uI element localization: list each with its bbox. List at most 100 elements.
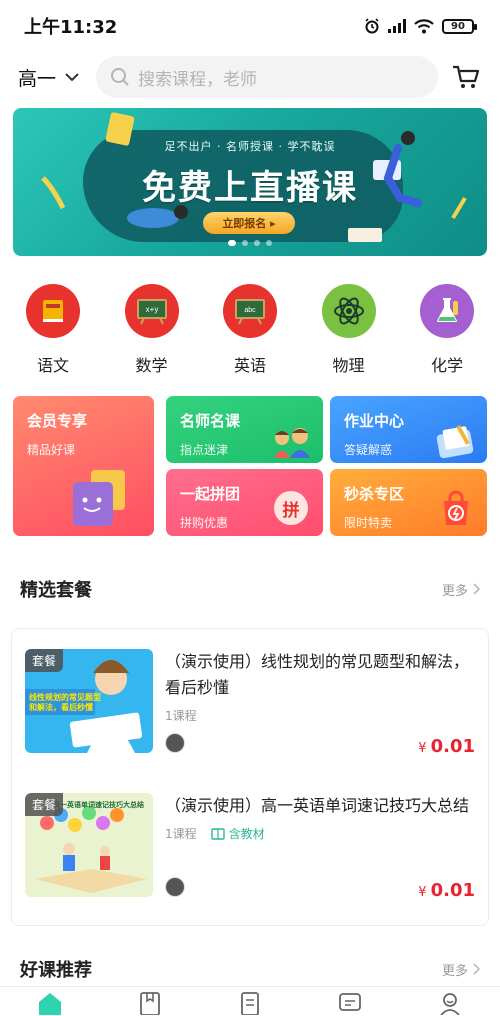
atom-icon [321,284,376,338]
search-header: 高一 搜索课程，老师 [0,52,500,102]
avatar [165,733,185,753]
search-input[interactable]: 搜索课程，老师 [96,56,438,98]
package-badge: 套餐 [25,793,64,816]
member-box-icon [73,470,125,526]
teachers-icon [274,428,310,458]
nav-profile[interactable] [430,991,470,1015]
package-thumbnail: 高一英语单词速记技巧大总结 套餐 [25,793,153,897]
nav-messages[interactable] [330,991,370,1015]
signal-icon [388,19,406,33]
status-icons: 90 [364,18,477,34]
banner-pagination [13,240,487,246]
wifi-icon [414,18,434,33]
alarm-icon [365,18,379,34]
shopping-bag-icon [444,490,468,525]
avatar [165,877,185,897]
teacher-card[interactable]: 名师名课 指点迷津 [166,396,323,463]
flash-sale-card[interactable]: 秒杀专区 限时特卖 [330,469,487,536]
nav-courses[interactable] [130,991,170,1015]
chevron-down-icon [65,73,79,82]
member-card[interactable]: 会员专享 精品好课 [13,396,154,536]
package-badge: 套餐 [25,649,64,672]
group-buy-card[interactable]: 一起拼团 拼购优惠 拼 [166,469,323,536]
battery-icon: 90 [442,18,477,34]
thumbnail-caption: 线性规划的常见题型和解法，看后秒懂 [29,693,101,712]
subject-chinese[interactable]: 语文 [18,284,88,376]
status-time: 上午11:32 [24,17,118,38]
cart-icon [453,65,480,88]
subject-english[interactable]: abc 英语 [215,284,285,376]
more-link[interactable]: 更多 [442,580,480,599]
package-meta: 1课程 含教材 [165,825,475,842]
grade-selector[interactable]: 高一 [18,64,96,91]
banner-signup-button[interactable]: 立即报名 ▸ [203,212,295,234]
subject-label: 英语 [233,356,266,375]
package-info: （演示使用）线性规划的常见题型和解法，看后秒懂 1课程 ¥0.01 [165,649,475,771]
package-thumbnail: 线性规划的常见题型和解法，看后秒懂 套餐 [25,649,153,753]
package-meta: 1课程 [165,707,475,724]
thumbnail-caption: 高一英语单词速记技巧大总结 [53,801,144,809]
chevron-right-icon [473,583,480,595]
home-icon [39,993,61,1015]
svg-text:abc: abc [244,307,256,314]
package-list: 线性规划的常见题型和解法，看后秒懂 套餐 （演示使用）线性规划的常见题型和解法，… [11,628,489,926]
search-placeholder: 搜索课程，老师 [138,69,257,90]
promo-banner[interactable]: 足不出户 · 名师授课 · 学不耽误 免费上直播课 立即报名 ▸ [13,108,487,256]
group-badge-icon: 拼 [274,491,308,525]
subject-label: 化学 [430,356,463,375]
notebook-icon [436,425,474,459]
bottom-navigation [0,986,500,1016]
subject-math[interactable]: x+y 数学 [117,284,187,376]
more-label: 更多 [441,583,468,599]
price-symbol: ¥ [418,741,427,756]
subject-physics[interactable]: 物理 [314,284,384,376]
banner-subtitle: 足不出户 · 名师授课 · 学不耽误 [164,140,336,153]
textbook-icon [210,827,225,840]
homework-card[interactable]: 作业中心 答疑解惑 [330,396,487,463]
flask-icon [420,284,474,338]
more-label: 更多 [441,963,468,979]
banner-dot[interactable] [242,240,248,246]
material-label: 含教材 [228,827,265,841]
banner-dot[interactable] [228,240,236,246]
packages-section-header: 精选套餐 更多 [0,574,500,604]
search-icon [111,68,129,86]
chevron-right-icon [473,963,480,975]
subject-label: 语文 [36,356,69,375]
chat-icon [339,993,361,1011]
package-info: （演示使用）高一英语单词速记技巧大总结 1课程 含教材 ¥0.01 [165,793,475,915]
price-value: 0.01 [430,736,475,757]
package-item[interactable]: 高一英语单词速记技巧大总结 套餐 （演示使用）高一英语单词速记技巧大总结 1课程… [25,793,475,915]
grade-label: 高一 [18,67,57,90]
subject-label: 数学 [135,356,168,375]
subject-chemistry[interactable]: 化学 [412,284,482,376]
document-icon [241,992,259,1015]
card-subtitle: 精品好课 [27,443,76,457]
svg-text:x+y: x+y [145,305,158,314]
package-material: 含教材 [210,825,265,842]
more-link[interactable]: 更多 [442,960,480,979]
section-title: 精选套餐 [20,580,92,601]
nav-study[interactable] [230,991,270,1015]
subject-label: 物理 [332,356,365,375]
banner-dot[interactable] [254,240,260,246]
nav-home[interactable] [30,991,70,1015]
banner-title: 免费上直播课 [142,168,358,208]
package-price: ¥0.01 [418,736,475,757]
package-title: （演示使用）高一英语单词速记技巧大总结 [165,796,470,815]
recommend-section-header: 好课推荐 更多 [0,954,500,984]
group-badge-text: 拼 [282,500,300,521]
subject-grid: 语文 x+y 数学 abc 英语 物理 化学 [0,284,500,376]
user-icon [440,993,460,1015]
status-bar: 上午11:32 90 [0,0,500,52]
blackboard-icon: x+y [124,284,179,338]
battery-level: 90 [451,20,465,32]
price-value: 0.01 [430,880,475,901]
package-title: （演示使用）线性规划的常见题型和解法，看后秒懂 [165,652,470,697]
blackboard-icon: abc [223,284,277,338]
package-item[interactable]: 线性规划的常见题型和解法，看后秒懂 套餐 （演示使用）线性规划的常见题型和解法，… [25,649,475,771]
feature-grid: 会员专享 精品好课 名师名课 指点迷津 作业中心 答疑解惑 一起拼团 拼购优惠 … [13,396,487,538]
bookmark-book-icon [140,992,160,1015]
banner-dot[interactable] [266,240,272,246]
cart-button[interactable] [448,59,484,95]
